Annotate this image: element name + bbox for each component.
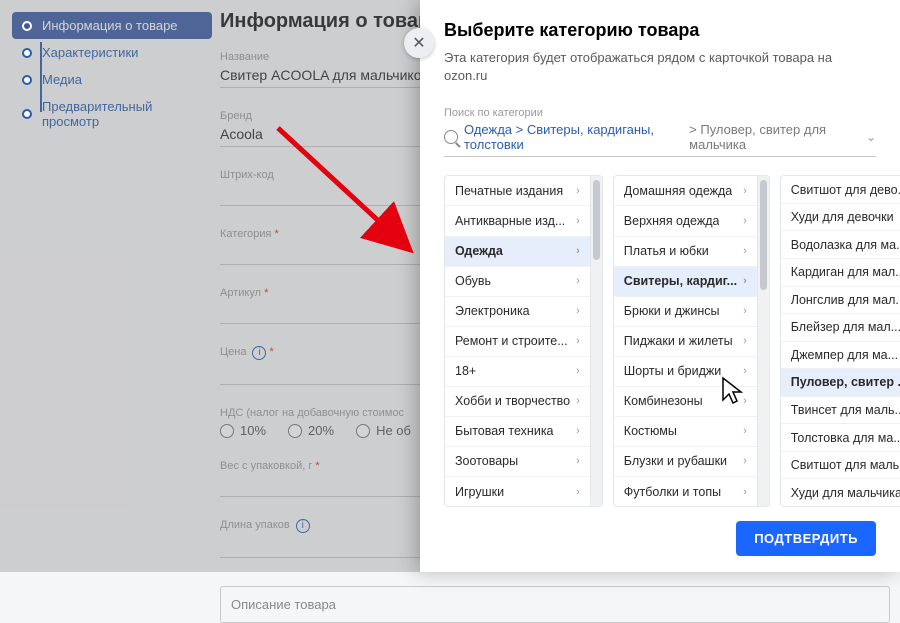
chevron-right-icon: › (743, 365, 747, 377)
step-dot-icon (22, 21, 32, 31)
category-modal: ✕ Выберите категорию товара Эта категори… (420, 0, 900, 572)
breadcrumb: Одежда > Свитеры, кардиганы, толстовки (464, 122, 683, 152)
category-item[interactable]: Свитшот для дево...› (781, 176, 900, 204)
chevron-right-icon: › (743, 275, 747, 287)
step-dot-icon (22, 75, 32, 85)
chevron-right-icon: › (743, 395, 747, 407)
chevron-right-icon: › (576, 486, 580, 498)
category-item[interactable]: Печатные издания› (445, 176, 590, 206)
chevron-right-icon: › (576, 425, 580, 437)
chevron-right-icon: › (576, 395, 580, 407)
category-column-3: Свитшот для дево...›Худи для девочки›Вод… (780, 175, 900, 507)
chevron-right-icon: › (576, 455, 580, 467)
chevron-right-icon: › (576, 305, 580, 317)
scrollbar[interactable] (757, 176, 769, 506)
category-item[interactable]: Твинсет для маль...› (781, 397, 900, 425)
chevron-right-icon: › (743, 215, 747, 227)
chevron-right-icon: › (576, 245, 580, 257)
close-icon: ✕ (412, 33, 425, 53)
chevron-right-icon: › (576, 215, 580, 227)
category-item[interactable]: Одежда› (445, 237, 590, 267)
description-textarea[interactable]: Описание товара (220, 586, 890, 623)
chevron-down-icon[interactable]: ⌄ (866, 130, 876, 144)
category-item[interactable]: Джемпер для ма...› (781, 342, 900, 370)
chevron-right-icon: › (743, 455, 747, 467)
category-item[interactable]: Водолазка для ма...› (781, 231, 900, 259)
chevron-right-icon: › (743, 486, 747, 498)
search-icon (444, 130, 458, 144)
breadcrumb-leaf: > Пуловер, свитер для мальчика (689, 122, 860, 152)
category-item[interactable]: Брюки и джинсы› (614, 297, 757, 327)
chevron-right-icon: › (576, 365, 580, 377)
category-item[interactable]: Зоотовары› (445, 447, 590, 477)
category-item[interactable]: Кардиган для мал...› (781, 259, 900, 287)
step-dot-icon (22, 109, 32, 119)
modal-title: Выберите категорию товара (444, 20, 876, 41)
category-item[interactable]: Хобби и творчество› (445, 387, 590, 417)
category-item[interactable]: Игрушки› (445, 477, 590, 506)
modal-subtitle: Эта категория будет отображаться рядом с… (444, 49, 876, 85)
category-item[interactable]: Бытовая техника› (445, 417, 590, 447)
category-item[interactable]: Шорты и бриджи› (614, 357, 757, 387)
scrollbar[interactable] (590, 176, 602, 506)
search-label: Поиск по категории (444, 107, 876, 119)
category-item[interactable]: Домашняя одежда› (614, 176, 757, 206)
category-item[interactable]: Толстовка для ма...› (781, 424, 900, 452)
category-item[interactable]: Антикварные изд...› (445, 206, 590, 236)
category-item[interactable]: Обувь› (445, 267, 590, 297)
category-item[interactable]: 18+› (445, 357, 590, 387)
chevron-right-icon: › (743, 335, 747, 347)
category-item[interactable]: Комбинезоны› (614, 387, 757, 417)
category-item[interactable]: Свитеры, кардиг...› (614, 267, 757, 297)
category-item[interactable]: Костюмы› (614, 417, 757, 447)
category-item[interactable]: Электроника› (445, 297, 590, 327)
category-item[interactable]: Пиджаки и жилеты› (614, 327, 757, 357)
chevron-right-icon: › (743, 245, 747, 257)
chevron-right-icon: › (576, 275, 580, 287)
chevron-right-icon: › (743, 425, 747, 437)
category-item[interactable]: Ремонт и строите...› (445, 327, 590, 357)
category-item[interactable]: Пуловер, свитер ...› (781, 369, 900, 397)
chevron-right-icon: › (743, 305, 747, 317)
chevron-right-icon: › (576, 335, 580, 347)
category-item[interactable]: Блейзер для мал...› (781, 314, 900, 342)
category-item[interactable]: Платья и юбки› (614, 237, 757, 267)
category-item[interactable]: Худи для девочки› (781, 204, 900, 232)
category-columns: Печатные издания›Антикварные изд...›Одеж… (444, 175, 876, 507)
category-item[interactable]: Верхняя одежда› (614, 206, 757, 236)
chevron-right-icon: › (743, 185, 747, 197)
category-item[interactable]: Футболки и топы› (614, 477, 757, 506)
category-item[interactable]: Худи для мальчика› (781, 479, 900, 506)
confirm-button[interactable]: ПОДТВЕРДИТЬ (736, 521, 876, 556)
chevron-right-icon: › (576, 185, 580, 197)
category-item[interactable]: Свитшот для маль...› (781, 452, 900, 480)
step-dot-icon (22, 48, 32, 58)
category-column-1: Печатные издания›Антикварные изд...›Одеж… (444, 175, 603, 507)
category-item[interactable]: Лонгслив для мал...› (781, 287, 900, 315)
category-search-input[interactable]: Одежда > Свитеры, кардиганы, толстовки >… (444, 122, 876, 157)
category-item[interactable]: Блузки и рубашки› (614, 447, 757, 477)
close-button[interactable]: ✕ (404, 28, 434, 58)
category-column-2: Домашняя одежда›Верхняя одежда›Платья и … (613, 175, 770, 507)
